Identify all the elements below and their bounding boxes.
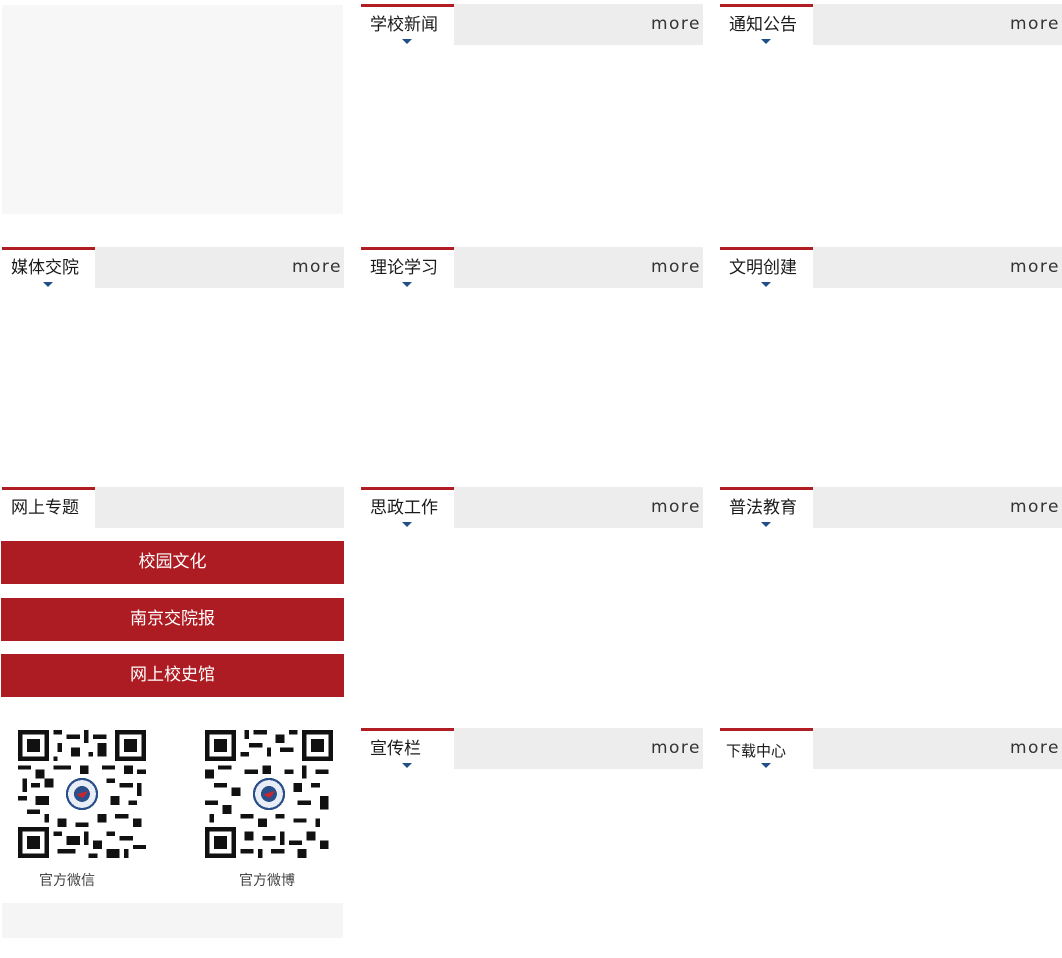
ideology-more-link[interactable]: more	[651, 496, 701, 518]
notices-more-link[interactable]: more	[1010, 13, 1060, 35]
weibo-qr-block: 官方微博	[205, 730, 333, 889]
school-newspaper-button[interactable]: 南京交院报	[1, 598, 344, 641]
civilization-tab[interactable]: 文明创建	[720, 247, 813, 288]
downloads-title[interactable]: 下载中心	[726, 740, 786, 762]
theory-more-link[interactable]: more	[651, 256, 701, 278]
online-topics-tab: 网上专题	[2, 487, 95, 528]
caret-down-icon	[761, 282, 771, 287]
campus-culture-button[interactable]: 校园文化	[1, 541, 344, 584]
notices-tab[interactable]: 通知公告	[720, 4, 813, 45]
ideology-title[interactable]: 思政工作	[370, 497, 438, 519]
ideology-tab[interactable]: 思政工作	[361, 487, 454, 528]
publicity-title[interactable]: 宣传栏	[370, 738, 421, 760]
publicity-more-link[interactable]: more	[651, 737, 701, 759]
caret-down-icon	[761, 39, 771, 44]
downloads-more-link[interactable]: more	[1010, 737, 1060, 759]
legal-title[interactable]: 普法教育	[729, 497, 797, 519]
downloads-tab[interactable]: 下载中心	[720, 728, 813, 769]
civilization-title[interactable]: 文明创建	[729, 257, 797, 279]
ideology-header: 思政工作 more	[361, 487, 703, 528]
civilization-header: 文明创建 more	[720, 247, 1062, 288]
theory-title[interactable]: 理论学习	[370, 257, 438, 279]
notices-title[interactable]: 通知公告	[729, 14, 797, 36]
legal-more-link[interactable]: more	[1010, 496, 1060, 518]
online-topics-title: 网上专题	[11, 498, 79, 518]
downloads-header: 下载中心 more	[720, 728, 1062, 769]
school-news-more-link[interactable]: more	[651, 13, 701, 35]
media-title[interactable]: 媒体交院	[11, 257, 79, 279]
theory-header: 理论学习 more	[361, 247, 703, 288]
bottom-banner	[2, 903, 343, 938]
weibo-caption: 官方微博	[239, 873, 295, 889]
notices-header: 通知公告 more	[720, 4, 1062, 45]
school-news-tab[interactable]: 学校新闻	[361, 4, 454, 45]
qr-code-icon	[18, 730, 146, 858]
news-slideshow[interactable]	[2, 5, 343, 214]
school-news-header: 学校新闻 more	[361, 4, 703, 45]
legal-tab[interactable]: 普法教育	[720, 487, 813, 528]
caret-down-icon	[402, 39, 412, 44]
caret-down-icon	[402, 763, 412, 768]
media-more-link[interactable]: more	[292, 256, 342, 278]
school-news-title[interactable]: 学校新闻	[370, 14, 438, 36]
media-tab[interactable]: 媒体交院	[2, 247, 95, 288]
caret-down-icon	[402, 282, 412, 287]
wechat-caption: 官方微信	[39, 873, 95, 889]
online-topics-header: 网上专题	[2, 487, 344, 528]
publicity-tab[interactable]: 宣传栏	[361, 728, 454, 769]
caret-down-icon	[402, 522, 412, 527]
qr-code-icon	[205, 730, 333, 858]
wechat-qr-block: 官方微信	[18, 730, 146, 889]
civilization-more-link[interactable]: more	[1010, 256, 1060, 278]
media-header: 媒体交院 more	[2, 247, 344, 288]
caret-down-icon	[43, 282, 53, 287]
theory-tab[interactable]: 理论学习	[361, 247, 454, 288]
legal-header: 普法教育 more	[720, 487, 1062, 528]
history-museum-button[interactable]: 网上校史馆	[1, 654, 344, 697]
caret-down-icon	[761, 763, 771, 768]
caret-down-icon	[761, 522, 771, 527]
publicity-header: 宣传栏 more	[361, 728, 703, 769]
